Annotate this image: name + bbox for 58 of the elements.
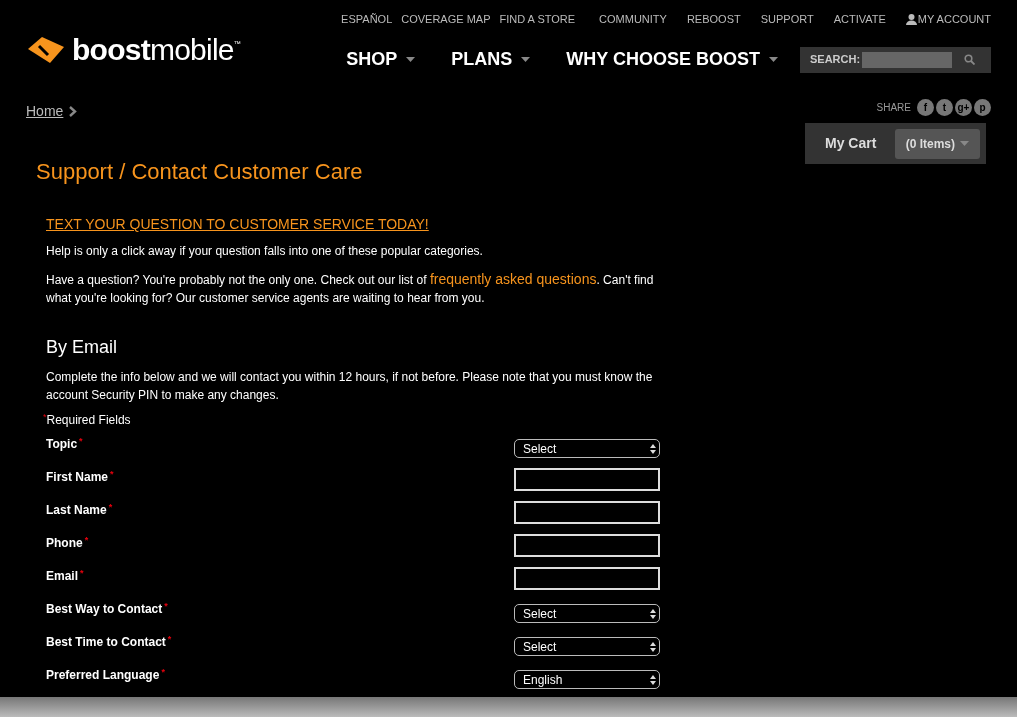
- main-nav-link[interactable]: PLANS: [451, 46, 531, 73]
- main-nav-link[interactable]: WHY CHOOSE BOOST: [566, 46, 778, 73]
- select-field[interactable]: Select: [514, 439, 660, 458]
- share-button[interactable]: g+: [955, 99, 972, 116]
- field-label: Best Way to Contact $^{*}$: [46, 599, 168, 618]
- field-label: First Name $^{*}$: [46, 467, 114, 486]
- field-label: Email $^{*}$: [46, 566, 84, 585]
- page-title: Support / Contact Customer Care: [36, 158, 364, 186]
- utility-nav-link[interactable]: MY ACCOUNT: [905, 10, 991, 28]
- breadcrumb-link[interactable]: Home: [26, 101, 64, 122]
- cart-items-button[interactable]: (0 Items): [894, 128, 980, 159]
- updown-arrows-icon: [650, 641, 656, 652]
- required-note: $^{*}$Required Fields: [43, 411, 132, 429]
- field-label: Preferred Language $^{*}$: [46, 665, 165, 684]
- utility-nav-link[interactable]: ESPAÑOL: [341, 10, 393, 28]
- chevron-right-icon: [69, 106, 78, 117]
- intro-text: Help is only a click away if your question falls into one of these popular categories.: [46, 243, 484, 260]
- utility-nav-link[interactable]: FIND A STORE: [499, 10, 576, 28]
- updown-arrows-icon: [650, 674, 656, 685]
- select-field[interactable]: Select: [514, 604, 660, 623]
- select-field[interactable]: English: [514, 670, 660, 689]
- main-nav-link[interactable]: SHOP: [346, 46, 416, 73]
- caret-icon: [521, 57, 531, 62]
- caret-icon: [406, 57, 416, 62]
- select-field[interactable]: Select: [514, 637, 660, 656]
- cart-label: My Cart: [825, 134, 877, 153]
- share-button[interactable]: f: [917, 99, 934, 116]
- search-icon[interactable]: [964, 54, 976, 65]
- share-button[interactable]: t: [936, 99, 953, 116]
- share-label: SHARE: [876, 101, 911, 115]
- logo-text: boostmobile$^{™}$: [72, 32, 241, 68]
- search-label: SEARCH:: [810, 52, 861, 68]
- caret-icon: [960, 141, 969, 146]
- field-label: Topic $^{*}$: [46, 434, 83, 453]
- logo-icon: [26, 35, 66, 65]
- field-label: Phone $^{*}$: [46, 533, 89, 552]
- share-button[interactable]: p: [974, 99, 991, 116]
- search-field[interactable]: [862, 51, 953, 68]
- text-field[interactable]: [514, 468, 660, 491]
- caret-icon: [769, 57, 778, 62]
- section-heading: By Email: [46, 336, 118, 359]
- utility-nav-link[interactable]: COMMUNITY: [599, 10, 667, 28]
- updown-arrows-icon: [650, 443, 656, 454]
- text-question-link[interactable]: TEXT YOUR QUESTION TO CUSTOMER SERVICE TODAY!: [46, 215, 429, 233]
- field-label: Last Name $^{*}$: [46, 500, 113, 519]
- text-field[interactable]: [514, 567, 660, 590]
- logo[interactable]: boostmobile$^{™}$: [26, 32, 241, 68]
- text-field[interactable]: [514, 534, 660, 557]
- utility-nav-link[interactable]: COVERAGE MAP: [401, 10, 491, 28]
- text-field[interactable]: [514, 501, 660, 524]
- faq-paragraph: Have a question? You're probably not the only one. Check out our list of frequently asked questions. Can't find what you're looking for? Our customer service agents are waiting to hear from you.: [46, 270, 655, 307]
- utility-nav-link[interactable]: ACTIVATE: [833, 10, 886, 28]
- utility-nav-link[interactable]: SUPPORT: [760, 10, 814, 28]
- person-icon: [905, 13, 917, 25]
- email-description: Complete the info below and we will contact you within 12 hours, if not before. Please note that you must know the account Security PIN to make any changes.: [46, 369, 654, 404]
- updown-arrows-icon: [650, 608, 656, 619]
- utility-nav-link[interactable]: REBOOST: [686, 10, 741, 28]
- field-label: Best Time to Contact $^{*}$: [46, 632, 172, 651]
